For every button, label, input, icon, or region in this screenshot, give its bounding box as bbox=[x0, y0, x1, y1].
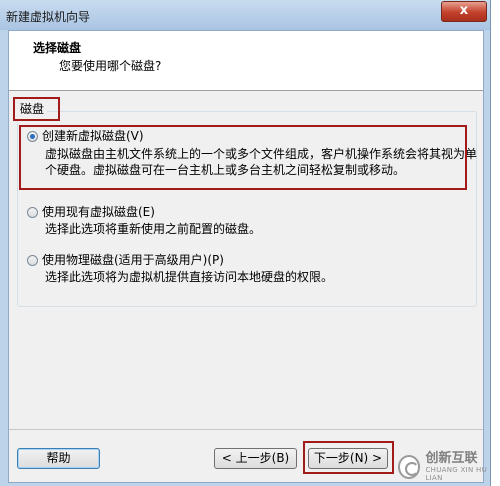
use-physical-disk-desc: 选择此选项将为虚拟机提供直接访问本地硬盘的权限。 bbox=[45, 270, 334, 284]
page-subtitle: 您要使用哪个磁盘? bbox=[59, 59, 162, 73]
use-existing-disk-radio[interactable] bbox=[27, 207, 38, 218]
use-existing-disk-option[interactable]: 使用现有虚拟磁盘(E) bbox=[27, 205, 155, 220]
use-physical-disk-option[interactable]: 使用物理磁盘(适用于高级用户)(P) bbox=[27, 253, 224, 268]
watermark-name: 创新互联 bbox=[425, 451, 478, 466]
create-new-disk-highlight bbox=[19, 125, 467, 190]
watermark: 创新互联 CHUANG XIN HU LIAN bbox=[398, 452, 500, 482]
watermark-sub: CHUANG XIN HU LIAN bbox=[425, 466, 487, 482]
use-physical-disk-label[interactable]: 使用物理磁盘(适用于高级用户)(P) bbox=[42, 253, 224, 268]
page-title: 选择磁盘 bbox=[33, 41, 82, 55]
window-title: 新建虚拟机向导 bbox=[6, 10, 91, 24]
footer-separator bbox=[9, 429, 483, 430]
next-button-highlight bbox=[303, 441, 394, 474]
back-button[interactable]: < 上一步(B) bbox=[214, 448, 297, 469]
watermark-logo-icon bbox=[398, 455, 421, 479]
wizard-window: 新建虚拟机向导 x 选择磁盘 您要使用哪个磁盘? 磁盘 创建新虚拟磁盘(V) 虚… bbox=[0, 0, 491, 486]
group-label-highlight bbox=[13, 97, 60, 121]
wizard-header: 选择磁盘 您要使用哪个磁盘? bbox=[9, 31, 483, 91]
title-bar[interactable]: 新建虚拟机向导 x bbox=[0, 0, 490, 30]
help-button[interactable]: 帮助 bbox=[17, 448, 100, 469]
close-button[interactable]: x bbox=[441, 1, 487, 22]
use-existing-disk-label[interactable]: 使用现有虚拟磁盘(E) bbox=[42, 205, 155, 220]
use-physical-disk-radio[interactable] bbox=[27, 255, 38, 266]
wizard-client-area: 选择磁盘 您要使用哪个磁盘? 磁盘 创建新虚拟磁盘(V) 虚拟磁盘由主机文件系统… bbox=[8, 30, 484, 483]
use-existing-disk-desc: 选择此选项将重新使用之前配置的磁盘。 bbox=[45, 222, 262, 236]
